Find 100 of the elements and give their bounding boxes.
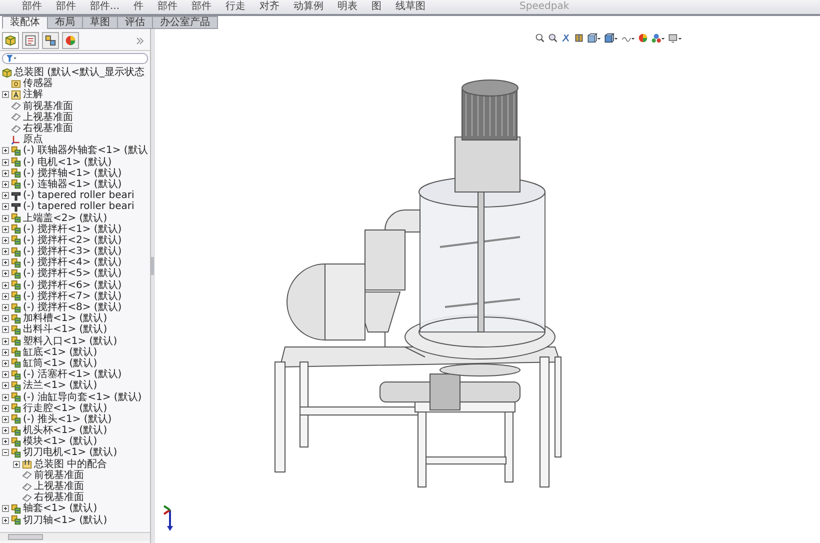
expand-icon[interactable] [2, 382, 9, 390]
expand-icon[interactable] [2, 292, 9, 300]
scene-icon[interactable] [651, 33, 665, 43]
section-view-icon[interactable] [574, 33, 584, 43]
expand-icon[interactable] [2, 516, 9, 524]
tree-item[interactable]: 缸筒<1> (默认) [23, 358, 98, 369]
expand-icon[interactable] [2, 326, 9, 334]
tree-item[interactable]: 右视基准面 [23, 123, 73, 134]
tree-item[interactable]: 上端盖<2> (默认) [23, 212, 108, 224]
tree-item[interactable]: 原点 [23, 134, 43, 146]
tree-item[interactable]: 前视基准面 [23, 100, 73, 112]
tree-item[interactable]: (-) tapered roller beari [23, 201, 134, 212]
expand-icon[interactable] [2, 394, 9, 401]
tree-item[interactable]: (-) 搅拌杆<5> (默认) [23, 268, 122, 280]
expand-icon[interactable] [13, 460, 20, 468]
command-tab[interactable]: 评估 [117, 16, 153, 29]
expand-icon[interactable] [2, 348, 9, 356]
tree-item[interactable]: (-) 搅拌轴<1> (默认) [23, 168, 122, 179]
tree-item[interactable]: (-) 搅拌杆<2> (默认) [23, 234, 122, 246]
collapse-icon[interactable] [2, 449, 9, 456]
expand-icon[interactable] [2, 259, 9, 266]
expand-panel-icon[interactable] [136, 36, 144, 44]
tree-item[interactable]: (-) 搅拌杆<3> (默认) [23, 246, 122, 258]
expand-icon[interactable] [2, 404, 9, 412]
splitter-handle[interactable] [151, 257, 154, 275]
display-style-icon[interactable] [604, 33, 618, 43]
tree-item[interactable]: (-) 搅拌杆<6> (默认) [23, 280, 122, 291]
tree-item[interactable]: 机头杯<1> (默认) [23, 425, 108, 436]
expand-icon[interactable] [2, 315, 9, 322]
toolbar-button[interactable]: 件 [134, 1, 144, 13]
expand-icon[interactable] [2, 158, 9, 166]
expand-icon[interactable] [2, 438, 9, 446]
expand-icon[interactable] [2, 226, 9, 233]
toolbar-button[interactable]: 部件... [90, 1, 120, 13]
expand-icon[interactable] [2, 180, 9, 188]
expand-icon[interactable] [2, 304, 9, 312]
expand-icon[interactable] [2, 371, 9, 378]
tree-item[interactable]: 切刀轴<1> (默认) [23, 514, 108, 526]
zoom-icon[interactable] [548, 33, 558, 43]
tree-item[interactable]: (-) 推头<1> (默认) [23, 414, 112, 425]
monitor-icon[interactable] [668, 33, 682, 43]
toolbar-button[interactable]: 对齐 [260, 1, 280, 13]
tree-item[interactable]: 塑料入口<1> (默认) [23, 336, 118, 347]
tree-item[interactable]: (-) 电机<1> (默认) [23, 156, 112, 168]
view-orientation-icon[interactable] [587, 33, 601, 43]
expand-icon[interactable] [2, 427, 9, 434]
command-tab[interactable]: 装配体 [2, 16, 48, 29]
tree-item[interactable]: 法兰<1> (默认) [23, 380, 98, 392]
tree-item[interactable]: 缸底<1> (默认) [23, 346, 98, 358]
expand-icon[interactable] [2, 338, 9, 345]
tree-item[interactable]: (-) 搅拌杆<7> (默认) [23, 290, 122, 302]
toolbar-button[interactable]: 动算例 [294, 1, 324, 13]
tree-item[interactable]: (-) 油缸导向套<1> (默认) [23, 392, 142, 403]
tree-item[interactable]: (-) 联轴器外轴套<1> (默认 [23, 145, 148, 156]
expand-icon[interactable] [2, 147, 9, 154]
tree-item[interactable]: 上视基准面 [34, 481, 84, 492]
tree-item[interactable]: 出料斗<1> (默认) [23, 324, 108, 336]
toolbar-button[interactable]: 图 [372, 1, 382, 13]
tree-item[interactable]: (-) 搅拌杆<8> (默认) [23, 302, 122, 314]
tree-item[interactable]: 模块<1> (默认) [23, 436, 98, 448]
tree-item[interactable]: (-) tapered roller beari [23, 190, 134, 202]
expand-icon[interactable] [2, 203, 9, 210]
tree-item[interactable]: 行走腔<1> (默认) [23, 402, 108, 414]
tree-item[interactable]: 传感器 [23, 78, 53, 90]
toolbar-button[interactable]: 线草图 [396, 1, 426, 13]
appearance-tab-icon[interactable] [62, 32, 79, 49]
toolbar-button[interactable]: 明表 [338, 1, 358, 13]
tree-item[interactable]: 注解 [23, 89, 43, 100]
expand-icon[interactable] [2, 248, 9, 256]
toolbar-button[interactable]: 部件 [22, 1, 42, 13]
toolbar-button[interactable]: 部件 [158, 1, 178, 13]
toolbar-button[interactable]: 部件 [56, 1, 76, 13]
expand-icon[interactable] [2, 270, 9, 278]
toolbar-button[interactable]: 行走 [226, 1, 246, 13]
horizontal-scrollbar[interactable] [0, 532, 150, 541]
tree-item[interactable]: 上视基准面 [23, 112, 73, 123]
tree-item[interactable]: 总装图 中的配合 [34, 458, 108, 470]
command-tab[interactable]: 草图 [82, 16, 118, 29]
property-tab-icon[interactable] [22, 32, 39, 49]
expand-icon[interactable] [2, 360, 9, 367]
expand-icon[interactable] [2, 91, 9, 98]
expand-icon[interactable] [2, 170, 9, 177]
feature-tree-tab-icon[interactable] [2, 32, 19, 49]
tree-item[interactable]: 总装图 (默认<默认_显示状态 [14, 67, 144, 78]
command-tab[interactable]: 布局 [47, 16, 83, 29]
tree-item[interactable]: (-) 搅拌杆<1> (默认) [23, 224, 122, 235]
filter-field[interactable] [2, 53, 148, 64]
expand-icon[interactable] [2, 192, 9, 200]
toolbar-button[interactable]: 部件 [192, 1, 212, 13]
configuration-tab-icon[interactable] [42, 32, 59, 49]
tree-item[interactable]: 轴套<1> (默认) [23, 503, 98, 514]
expand-icon[interactable] [2, 282, 9, 289]
tree-item[interactable]: 前视基准面 [34, 470, 84, 481]
appearance-icon[interactable] [638, 33, 648, 43]
expand-icon[interactable] [2, 214, 9, 222]
expand-icon[interactable] [2, 416, 9, 423]
tree-item[interactable]: 右视基准面 [34, 492, 84, 504]
command-tab[interactable]: 办公室产品 [152, 16, 218, 29]
tree-item[interactable]: 加料槽<1> (默认) [23, 313, 108, 324]
tree-item[interactable]: 切刀电机<1> (默认) [23, 447, 118, 458]
